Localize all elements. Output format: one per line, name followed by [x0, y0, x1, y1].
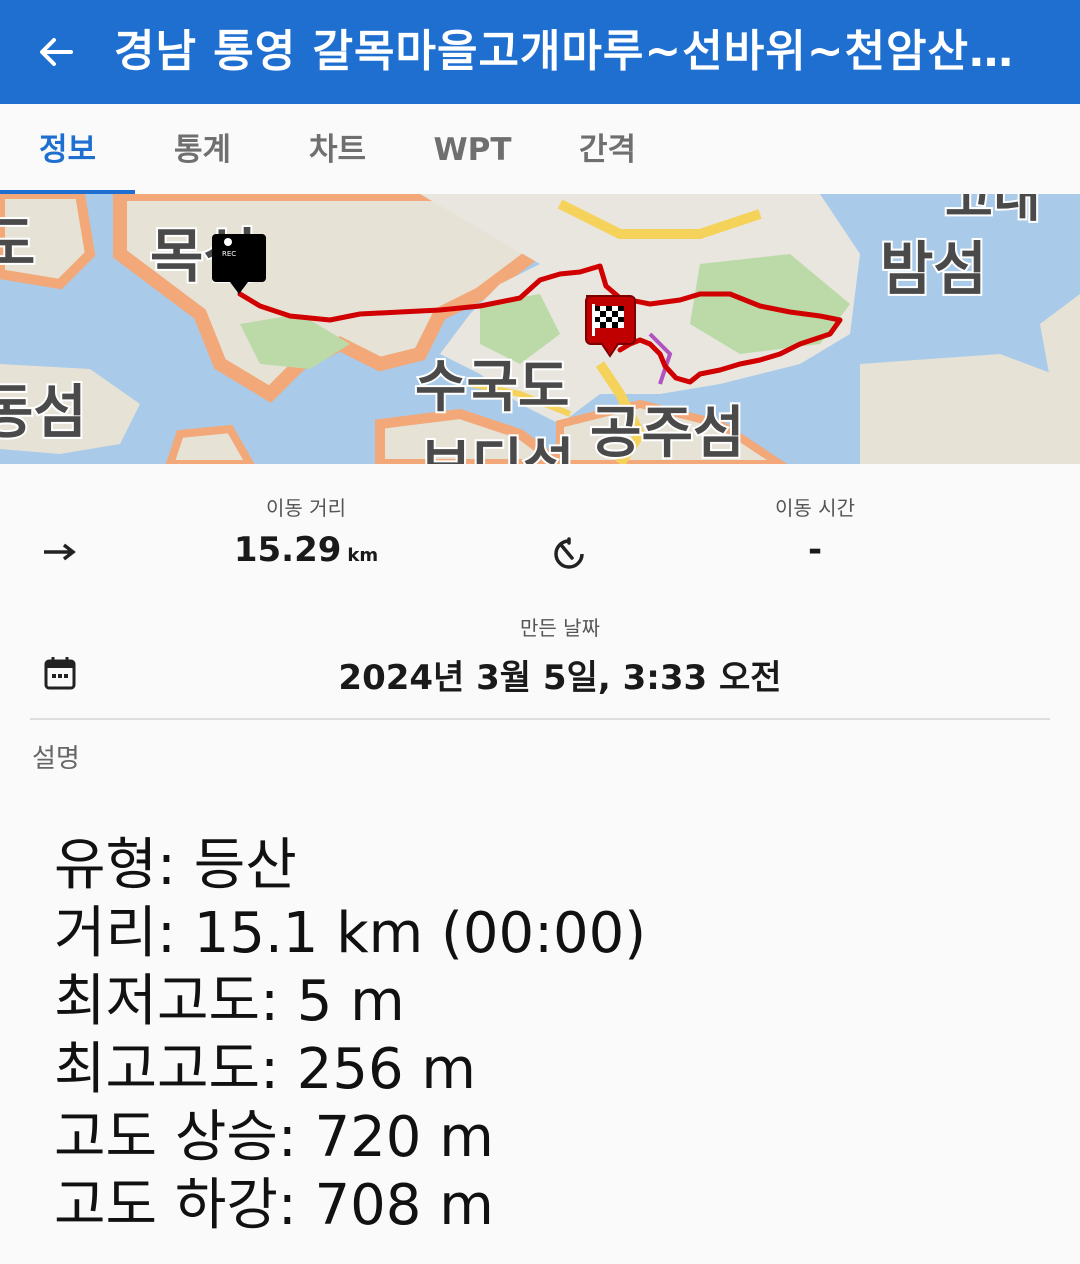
map-label-gonae: 고내 [945, 194, 1041, 229]
map-label-sugukdo: 수국도 [415, 355, 570, 420]
tab-bar: 정보 통계 차트 WPT 간격 [0, 104, 1080, 195]
moving-time-value: - [807, 530, 823, 570]
back-arrow-icon[interactable] [28, 22, 84, 82]
description-line-max-elevation: 최고고도: 256 m [54, 1037, 476, 1102]
description-line-descent: 고도 하강: 708 m [54, 1173, 494, 1238]
tab-statistics[interactable]: 통계 [135, 104, 270, 194]
map-label-do: 도 [0, 210, 35, 278]
description-line-min-elevation: 최저고도: 5 m [54, 969, 405, 1034]
arrow-right-icon [42, 540, 78, 568]
description-line-ascent: 고도 상승: 720 m [54, 1105, 494, 1170]
moving-time-label: 이동 시간 [775, 496, 855, 520]
app-bar: 경남 통영 갈목마을고개마루~선바위~천암산… [0, 0, 1080, 104]
timer-icon [550, 534, 588, 576]
tab-interval[interactable]: 간격 [540, 104, 675, 194]
map-label-gongjuseom: 공주섬 [590, 401, 745, 464]
description-line-type: 유형: 등산 [54, 833, 297, 898]
tab-info[interactable]: 정보 [0, 104, 135, 194]
distance-value-row: 15.29 km [206, 530, 406, 570]
created-date-label: 만든 날짜 [520, 616, 600, 640]
created-date-value: 2024년 3월 5일, 3:33 오전 [338, 658, 782, 698]
distance-unit: km [347, 545, 379, 566]
start-marker-label: REC [222, 250, 236, 258]
page-title: 경남 통영 갈목마을고개마루~선바위~천암산… [114, 26, 1015, 77]
tab-wpt[interactable]: WPT [405, 104, 540, 194]
map-label-bodiseom: 보디섬 [420, 433, 575, 464]
tab-chart[interactable]: 차트 [270, 104, 405, 194]
track-map[interactable]: 밤섬 목섬 동섬 수국도 공주섬 고내 보디섬 도 REC [0, 194, 1080, 464]
description-text: 유형: 등산 거리: 15.1 km (00:00) 최저고도: 5 m 최고고… [54, 832, 646, 1240]
distance-value: 15.29 [233, 530, 342, 570]
section-divider [30, 718, 1050, 720]
map-label-bamseom: 밤섬 [880, 235, 987, 303]
map-label-dongseom: 동섬 [0, 378, 87, 446]
description-label: 설명 [32, 744, 80, 774]
calendar-icon [44, 656, 76, 694]
description-line-distance: 거리: 15.1 km (00:00) [54, 901, 647, 966]
distance-label: 이동 거리 [266, 496, 346, 520]
